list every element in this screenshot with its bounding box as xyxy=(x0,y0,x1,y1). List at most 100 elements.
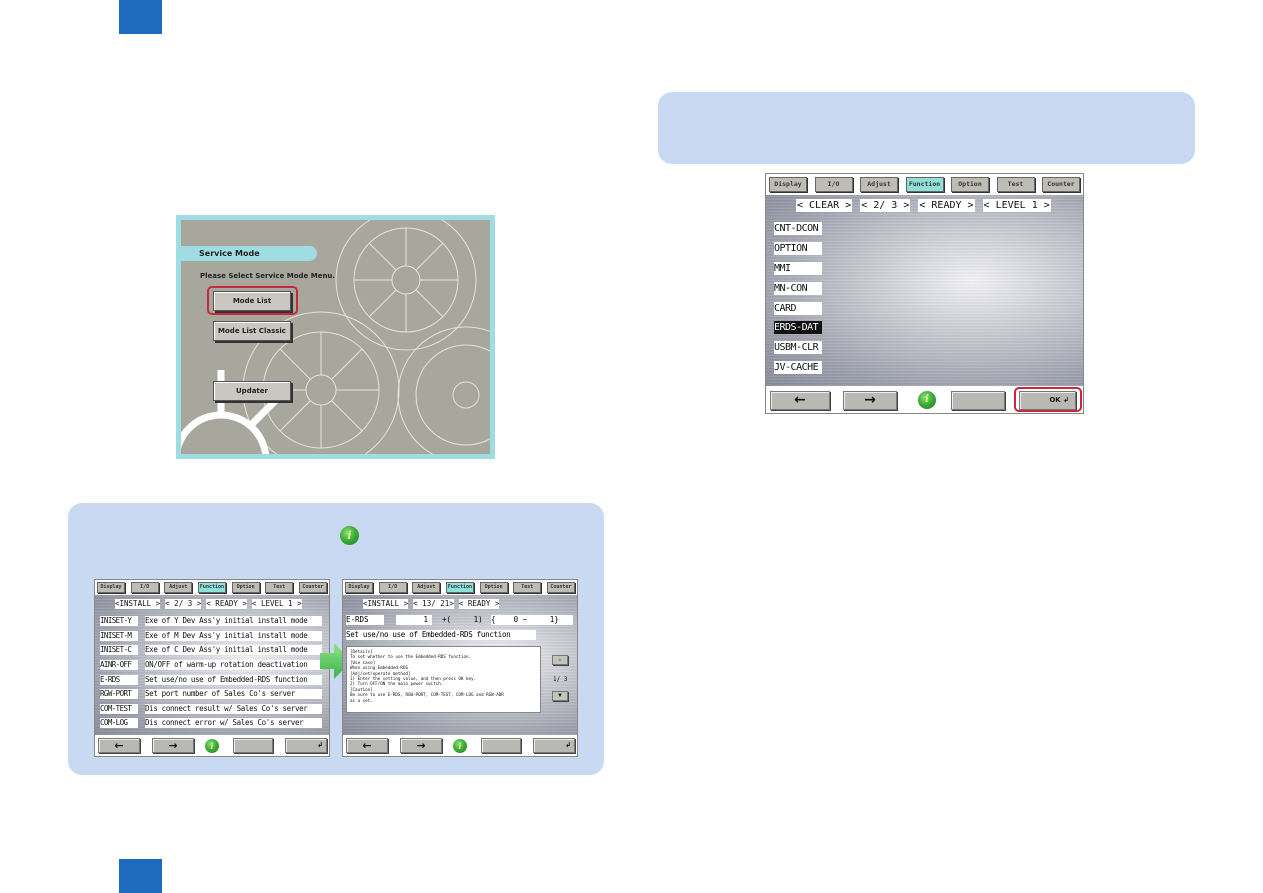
tab-io[interactable]: I/O xyxy=(814,177,853,192)
back-arrow-button[interactable]: ← xyxy=(346,738,388,753)
list-item-desc: Exe of Y Dev Ass'y initial install mode xyxy=(145,616,322,626)
panel-footer: ← → i ↲ xyxy=(343,735,577,756)
page-corner-tab-top xyxy=(119,0,162,34)
highlight-ring-mode-list xyxy=(207,286,298,315)
function-list-panel: Display I/O Adjust Function Option Test … xyxy=(765,173,1084,414)
setting-label: E-RDS xyxy=(346,615,384,625)
setting-value-input[interactable]: 1 xyxy=(396,615,432,625)
nav-category[interactable]: <INSTALL > xyxy=(115,599,161,609)
tab-display[interactable]: Display xyxy=(769,177,807,192)
tab-function[interactable]: Function xyxy=(905,177,944,192)
scroll-up-button[interactable]: ▲ xyxy=(552,655,568,665)
category-tabs: Display I/O Adjust Function Option Test … xyxy=(766,174,1083,195)
blank-button[interactable] xyxy=(951,391,1005,410)
setting-default: +( 1) xyxy=(442,615,483,624)
list-item[interactable]: MN-CON xyxy=(774,282,822,295)
category-tabs: Display I/O Adjust Function Option Test … xyxy=(343,580,577,595)
info-icon: i xyxy=(340,526,359,545)
tab-adjust[interactable]: Adjust xyxy=(164,582,193,593)
ok-button[interactable]: ↲ xyxy=(285,738,327,753)
tab-display[interactable]: Display xyxy=(345,582,373,593)
tab-adjust[interactable]: Adjust xyxy=(412,582,441,593)
updater-button[interactable]: Updater xyxy=(213,381,291,401)
blank-button[interactable] xyxy=(481,738,521,753)
list-item-selected[interactable]: ERDS-DAT xyxy=(774,321,822,334)
nav-status[interactable]: < READY > xyxy=(918,199,975,212)
tab-option[interactable]: Option xyxy=(479,582,508,593)
nav-row: <INSTALL > < 2/ 3 > < READY > < LEVEL 1 … xyxy=(115,599,302,609)
list-item[interactable]: CARD xyxy=(774,302,822,315)
blank-button[interactable] xyxy=(233,738,273,753)
tab-test[interactable]: Test xyxy=(265,582,294,593)
nav-category[interactable]: < CLEAR > xyxy=(796,199,853,212)
list-item-label[interactable]: AINR-OFF xyxy=(100,660,138,670)
tab-adjust[interactable]: Adjust xyxy=(860,177,898,192)
forward-arrow-button[interactable]: → xyxy=(152,738,194,753)
tab-counter[interactable]: Counter xyxy=(298,582,327,593)
back-arrow-button[interactable]: ← xyxy=(98,738,140,753)
tab-option[interactable]: Option xyxy=(951,177,989,192)
list-item-desc: Exe of M Dev Ass'y initial install mode xyxy=(145,631,322,641)
list-item-desc: Set port number of Sales Co's server xyxy=(145,689,322,699)
forward-arrow-button[interactable]: → xyxy=(843,391,897,410)
list-item-label[interactable]: INISET-M xyxy=(100,631,138,641)
install-detail-panel: Display I/O Adjust Function Option Test … xyxy=(342,579,578,757)
install-list-panel: Display I/O Adjust Function Option Test … xyxy=(94,579,330,757)
list-item-desc: ON/OFF of warm-up rotation deactivation xyxy=(145,660,322,670)
tab-test[interactable]: Test xyxy=(996,177,1035,192)
nav-page[interactable]: < 2/ 3 > xyxy=(860,199,911,212)
setting-range: { 0 ~ 1} xyxy=(491,615,573,625)
tab-function[interactable]: Function xyxy=(445,582,474,593)
list-item[interactable]: CNT-DCON xyxy=(774,222,822,235)
nav-row: <INSTALL > < 13/ 21> < READY > xyxy=(363,599,500,609)
tab-test[interactable]: Test xyxy=(513,582,542,593)
tab-option[interactable]: Option xyxy=(231,582,260,593)
nav-category[interactable]: <INSTALL > xyxy=(363,599,409,609)
nav-row: < CLEAR > < 2/ 3 > < READY > < LEVEL 1 > xyxy=(796,199,1051,212)
list-item-label[interactable]: INISET-Y xyxy=(100,616,138,626)
scroll-down-button[interactable]: ▼ xyxy=(552,691,568,701)
service-mode-prompt: Please Select Service Mode Menu. xyxy=(200,272,336,280)
panel-footer: ← → i OK ↲ xyxy=(766,386,1083,413)
panel-footer: ← → i ↲ xyxy=(95,735,329,756)
list-item[interactable]: MMI xyxy=(774,262,822,275)
nav-level[interactable]: < LEVEL 1 > xyxy=(251,599,302,609)
page-corner-tab-bottom xyxy=(119,859,162,893)
ok-button[interactable]: ↲ xyxy=(533,738,575,753)
info-icon[interactable]: i xyxy=(453,739,467,753)
back-arrow-button[interactable]: ← xyxy=(770,391,830,410)
list-item-label[interactable]: INISET-C xyxy=(100,645,138,655)
forward-arrow-button[interactable]: → xyxy=(400,738,442,753)
list-item-label[interactable]: COM-TEST xyxy=(100,704,138,714)
nav-page[interactable]: < 13/ 21> xyxy=(413,599,454,609)
list-item-desc: Set use/no use of Embedded-RDS function xyxy=(145,675,322,685)
info-icon[interactable]: i xyxy=(205,739,219,753)
details-text: [Details] To set whether to use the Embe… xyxy=(346,646,541,713)
tab-io[interactable]: I/O xyxy=(130,582,159,593)
list-item-desc: Dis connect error w/ Sales Co's server xyxy=(145,718,322,728)
nav-status[interactable]: < READY > xyxy=(458,599,500,609)
tab-io[interactable]: I/O xyxy=(378,582,407,593)
nav-status[interactable]: < READY > xyxy=(206,599,247,609)
tab-display[interactable]: Display xyxy=(97,582,125,593)
tab-counter[interactable]: Counter xyxy=(1042,177,1080,192)
page-indicator: 1/ 3 xyxy=(553,676,568,683)
service-mode-title: Service Mode xyxy=(181,246,317,261)
tab-function[interactable]: Function xyxy=(197,582,226,593)
list-item[interactable]: USBM-CLR xyxy=(774,341,822,354)
service-mode-background: Service Mode Please Select Service Mode … xyxy=(181,220,490,454)
category-tabs: Display I/O Adjust Function Option Test … xyxy=(95,580,329,595)
note-box-top xyxy=(658,92,1195,164)
list-item[interactable]: JV-CACHE xyxy=(774,361,822,374)
nav-level[interactable]: < LEVEL 1 > xyxy=(982,199,1051,212)
list-item-label[interactable]: COM-LOG xyxy=(100,718,138,728)
mode-list-classic-button[interactable]: Mode List Classic xyxy=(213,321,291,341)
list-item[interactable]: OPTION xyxy=(774,242,822,255)
tab-counter[interactable]: Counter xyxy=(546,582,575,593)
list-item-label[interactable]: RGW-PORT xyxy=(100,689,138,699)
nav-page[interactable]: < 2/ 3 > xyxy=(165,599,202,609)
setting-description: Set use/no use of Embedded-RDS function xyxy=(346,630,536,640)
info-icon[interactable]: i xyxy=(918,391,936,409)
list-item-desc: Dis connect result w/ Sales Co's server xyxy=(145,704,322,714)
list-item-label[interactable]: E-RDS xyxy=(100,675,138,685)
